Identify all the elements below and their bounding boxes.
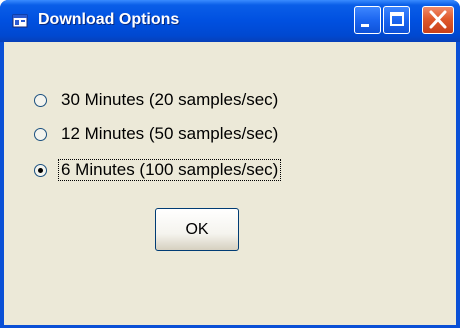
close-icon <box>429 10 447 29</box>
option-30-minutes[interactable]: 30 Minutes (20 samples/sec) <box>34 89 280 111</box>
maximize-icon <box>390 12 404 26</box>
option-label[interactable]: 6 Minutes (100 samples/sec) <box>57 159 282 181</box>
radio-button-unchecked[interactable] <box>34 93 47 107</box>
title-bar[interactable]: Download Options <box>0 0 460 42</box>
minimize-icon <box>361 24 369 27</box>
option-12-minutes[interactable]: 12 Minutes (50 samples/sec) <box>34 123 280 145</box>
radio-button-checked[interactable] <box>34 163 47 177</box>
option-label[interactable]: 12 Minutes (50 samples/sec) <box>59 124 280 144</box>
window-title: Download Options <box>38 11 180 28</box>
minimize-button[interactable] <box>354 6 381 34</box>
close-button[interactable] <box>422 6 454 34</box>
radio-button-unchecked[interactable] <box>34 127 47 141</box>
ok-button[interactable]: OK <box>155 208 239 251</box>
option-6-minutes[interactable]: 6 Minutes (100 samples/sec) <box>34 159 282 181</box>
download-options-window: Download Options 30 Minutes (20 samples/… <box>0 0 460 328</box>
dialog-body: 30 Minutes (20 samples/sec) 12 Minutes (… <box>4 42 456 325</box>
option-label[interactable]: 30 Minutes (20 samples/sec) <box>59 90 280 110</box>
maximize-button[interactable] <box>383 6 410 34</box>
window-app-icon[interactable] <box>12 13 28 29</box>
